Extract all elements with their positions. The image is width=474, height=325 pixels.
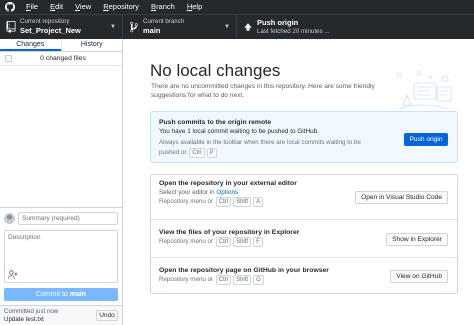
sidebar: Changes History 0 changed files Commit t…: [0, 39, 123, 325]
arrow-up-icon: [244, 23, 252, 31]
shortcut-key: Ctrl: [215, 197, 232, 207]
undo-button[interactable]: Undo: [96, 310, 118, 321]
chevron-down-icon: ▼: [110, 24, 116, 30]
description-input[interactable]: [5, 231, 117, 282]
description-box: [4, 230, 118, 283]
current-repository-dropdown[interactable]: Current repository Set_Project_New ▼: [0, 15, 123, 40]
menu-file[interactable]: File: [20, 0, 44, 14]
push-origin-title: Push origin: [257, 18, 299, 27]
show-in-explorer-button[interactable]: Show in Explorer: [386, 233, 448, 246]
open-editor-row: Open the repository in your external edi…: [151, 175, 457, 219]
last-fetched-text: Last fetched 20 minutes ...: [257, 28, 330, 35]
select-all-checkbox[interactable]: [5, 55, 12, 62]
tab-changes[interactable]: Changes: [0, 39, 61, 51]
commit-button[interactable]: Commit to main: [4, 288, 118, 301]
shortcut-key: Ctrl: [215, 275, 232, 285]
shortcut-key: A: [253, 197, 264, 207]
shortcut-key: G: [253, 275, 264, 285]
no-changes-illustration: [396, 71, 452, 110]
git-branch-icon: [130, 21, 138, 33]
chevron-down-icon: ▼: [224, 24, 230, 30]
push-origin-button[interactable]: Push origin: [404, 133, 448, 146]
current-repository-name: Set_Project_New: [20, 26, 81, 35]
page-title: No local changes: [150, 61, 281, 80]
menu-view[interactable]: View: [69, 0, 97, 14]
menu-edit[interactable]: Edit: [44, 0, 69, 14]
menu-repository[interactable]: Repository: [97, 0, 145, 14]
person-add-icon[interactable]: [8, 270, 18, 279]
sidebar-tabs: Changes History: [0, 39, 122, 52]
current-branch-label: Current branch: [143, 18, 185, 25]
current-branch-name: main: [143, 26, 161, 35]
page-subtitle: There are no uncommitted changes in this…: [151, 83, 375, 99]
shortcut-key: P: [206, 148, 217, 158]
current-branch-dropdown[interactable]: Current branch main ▼: [123, 15, 237, 40]
repo-icon: [6, 21, 16, 33]
show-in-explorer-row: View the files of your repository in Exp…: [151, 219, 457, 257]
shortcut-key: Shift: [233, 275, 252, 285]
push-origin-toolbar-button[interactable]: Push origin Last fetched 20 minutes ...: [237, 15, 361, 40]
tab-history[interactable]: History: [60, 39, 123, 51]
open-editor-title: Open the repository in your external edi…: [159, 180, 297, 187]
toolbar: Current repository Set_Project_New ▼ Cur…: [0, 14, 474, 40]
shortcut-key: Ctrl: [189, 148, 205, 158]
menu-help[interactable]: Help: [181, 0, 208, 14]
shortcut-key: Ctrl: [215, 237, 232, 247]
changed-files-count: 0 changed files: [40, 55, 86, 62]
title-bar: File Edit View Repository Branch Help: [0, 0, 474, 14]
view-on-github-row: Open the repository page on GitHub in yo…: [151, 257, 457, 294]
view-on-github-button[interactable]: View on GitHub: [390, 270, 448, 283]
main-panel: No local changes There are no uncommitte…: [124, 39, 474, 325]
undo-commit-bar: Committed just now Update test.txt Undo: [0, 305, 122, 325]
changed-files-header: 0 changed files: [0, 52, 122, 66]
options-link[interactable]: Options: [216, 189, 238, 196]
push-card-title: Push commits to the origin remote: [159, 119, 272, 126]
shortcut-key: F: [253, 237, 263, 247]
menu-branch[interactable]: Branch: [145, 0, 181, 14]
open-in-editor-button[interactable]: Open in Visual Studio Code: [355, 191, 448, 204]
summary-input[interactable]: [18, 212, 118, 225]
push-suggestion-card: Push commits to the origin remote You ha…: [150, 111, 458, 163]
shortcut-key: Shift: [233, 237, 252, 247]
github-logo-icon: [0, 0, 20, 14]
summary-row: [4, 212, 118, 225]
commit-message-area: Commit to main Committed just now Update…: [0, 207, 122, 325]
current-repository-label: Current repository: [20, 18, 70, 25]
shortcut-key: Shift: [233, 197, 252, 207]
avatar: [4, 213, 15, 224]
push-card-hint: Always available in the toolbar when the…: [159, 139, 361, 158]
actions-card: Open the repository in your external edi…: [150, 174, 458, 294]
